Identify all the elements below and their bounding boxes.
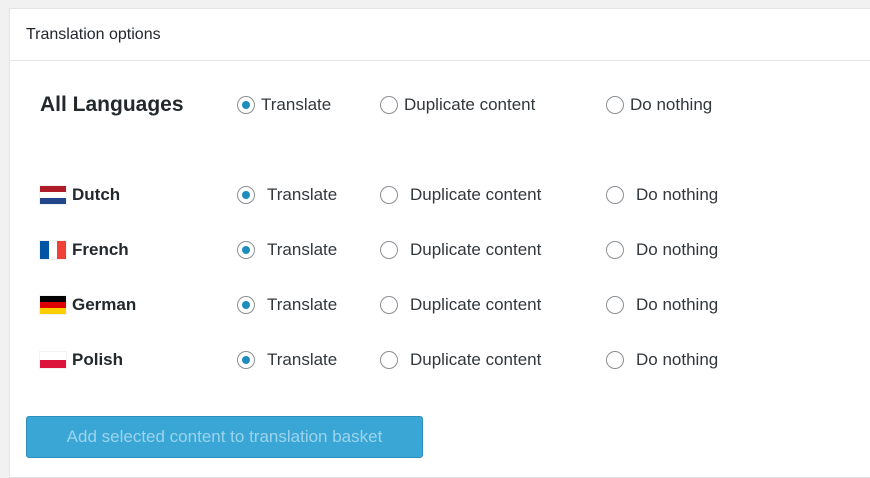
all-translate-option[interactable]: Translate: [237, 95, 331, 115]
german-duplicate-radio[interactable]: [380, 296, 398, 314]
french-duplicate-radio[interactable]: [380, 241, 398, 259]
all-duplicate-label: Duplicate content: [404, 95, 536, 114]
nl-flag-icon: [40, 186, 66, 204]
de-flag-icon: [40, 296, 66, 314]
language-label-french: French: [40, 240, 129, 260]
language-name: Dutch: [72, 185, 121, 204]
all-languages-label: All Languages: [40, 93, 184, 116]
translate-label: Translate: [267, 295, 338, 314]
french-duplicate-option[interactable]: Duplicate content: [380, 240, 541, 260]
french-nothing-radio[interactable]: [606, 241, 624, 259]
polish-duplicate-radio[interactable]: [380, 351, 398, 369]
french-translate-radio[interactable]: [237, 241, 255, 259]
polish-duplicate-option[interactable]: Duplicate content: [380, 350, 541, 370]
polish-nothing-radio[interactable]: [606, 351, 624, 369]
dutch-duplicate-radio[interactable]: [380, 186, 398, 204]
polish-nothing-option[interactable]: Do nothing: [606, 350, 718, 370]
german-translate-radio[interactable]: [237, 296, 255, 314]
polish-translate-option[interactable]: Translate: [237, 350, 337, 370]
translation-options-panel: Translation options All Languages Transl…: [9, 8, 870, 478]
translate-label: Translate: [267, 185, 338, 204]
german-translate-option[interactable]: Translate: [237, 295, 337, 315]
dutch-translate-radio[interactable]: [237, 186, 255, 204]
all-translate-label: Translate: [261, 95, 332, 114]
dutch-nothing-option[interactable]: Do nothing: [606, 185, 718, 205]
dutch-translate-option[interactable]: Translate: [237, 185, 337, 205]
language-row-german: German Translate Duplicate content Do no…: [10, 290, 870, 320]
panel-title: Translation options: [10, 9, 870, 61]
duplicate-label: Duplicate content: [410, 350, 542, 369]
french-nothing-option[interactable]: Do nothing: [606, 240, 718, 260]
german-nothing-option[interactable]: Do nothing: [606, 295, 718, 315]
nothing-label: Do nothing: [636, 350, 719, 369]
language-row-dutch: Dutch Translate Duplicate content Do not…: [10, 180, 870, 210]
duplicate-label: Duplicate content: [410, 295, 542, 314]
nothing-label: Do nothing: [636, 185, 719, 204]
duplicate-label: Duplicate content: [410, 240, 542, 259]
polish-translate-radio[interactable]: [237, 351, 255, 369]
all-duplicate-radio[interactable]: [380, 96, 398, 114]
french-translate-option[interactable]: Translate: [237, 240, 337, 260]
language-label-german: German: [40, 295, 136, 315]
german-nothing-radio[interactable]: [606, 296, 624, 314]
nothing-label: Do nothing: [636, 240, 719, 259]
german-duplicate-option[interactable]: Duplicate content: [380, 295, 541, 315]
all-duplicate-option[interactable]: Duplicate content: [380, 95, 535, 115]
language-row-polish: Polish Translate Duplicate content Do no…: [10, 345, 870, 375]
translate-label: Translate: [267, 350, 338, 369]
language-name: French: [72, 240, 129, 259]
all-nothing-option[interactable]: Do nothing: [606, 95, 712, 115]
add-to-translation-basket-button[interactable]: Add selected content to translation bask…: [26, 416, 423, 458]
language-row-french: French Translate Duplicate content Do no…: [10, 235, 870, 265]
pl-flag-icon: [40, 352, 66, 368]
language-label-polish: Polish: [40, 350, 123, 370]
fr-flag-icon: [40, 241, 67, 259]
nothing-label: Do nothing: [636, 295, 719, 314]
all-languages-row: All Languages Translate Duplicate conten…: [10, 90, 870, 120]
language-name: Polish: [72, 350, 124, 369]
language-label-dutch: Dutch: [40, 185, 120, 205]
language-name: German: [72, 295, 137, 314]
all-nothing-radio[interactable]: [606, 96, 624, 114]
duplicate-label: Duplicate content: [410, 185, 542, 204]
dutch-duplicate-option[interactable]: Duplicate content: [380, 185, 541, 205]
dutch-nothing-radio[interactable]: [606, 186, 624, 204]
translate-label: Translate: [267, 240, 338, 259]
all-nothing-label: Do nothing: [630, 95, 713, 114]
all-translate-radio[interactable]: [237, 96, 255, 114]
